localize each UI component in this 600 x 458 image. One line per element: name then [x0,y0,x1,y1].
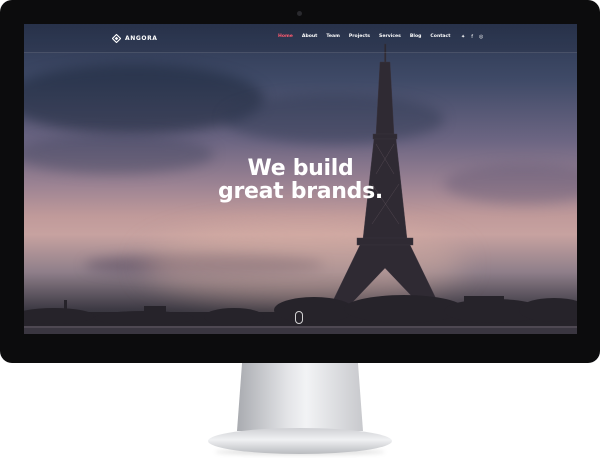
monitor-frame: ANGORA Home About Team Projects Services… [0,0,600,363]
nav-item-contact[interactable]: Contact [430,34,450,39]
nav-item-team[interactable]: Team [326,34,340,39]
instagram-icon[interactable]: ◎ [479,34,483,40]
brand-name: ANGORA [125,34,158,42]
hero-title-line-1: We build [247,156,354,181]
scroll-down-indicator[interactable] [295,311,303,324]
hero-title-line-2: great brands. [218,179,383,204]
monitor-stand-base [208,428,392,454]
hero-heading: We build great brands. [24,157,577,203]
nav-item-services[interactable]: Services [379,34,401,39]
brand-logo[interactable]: ANGORA [112,33,158,43]
facebook-icon[interactable]: f [471,34,473,40]
nav-item-home[interactable]: Home [278,34,293,39]
logo-mark-icon [112,33,121,43]
nav-item-blog[interactable]: Blog [410,34,422,39]
main-nav: Home About Team Projects Services Blog C… [278,34,450,39]
nav-item-projects[interactable]: Projects [349,34,370,39]
social-links: ✦ f ◎ [461,34,483,40]
camera-dot [297,11,302,16]
monitor-stand-neck [237,363,363,431]
nav-item-about[interactable]: About [302,34,317,39]
website-screen: ANGORA Home About Team Projects Services… [24,24,577,334]
twitter-icon[interactable]: ✦ [461,34,465,40]
site-navbar: ANGORA Home About Team Projects Services… [24,24,577,53]
